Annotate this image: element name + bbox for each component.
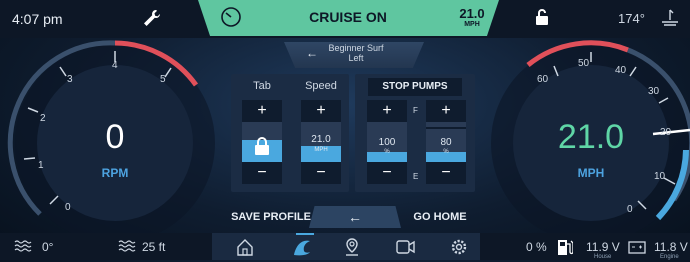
speed-header: Speed [305, 80, 337, 92]
left-pump-minus-button[interactable]: − [367, 162, 407, 184]
back-button[interactable]: ← [309, 206, 401, 228]
rpm-value: 0 [105, 118, 125, 156]
settings-icon[interactable] [450, 238, 468, 261]
cruise-status-label: CRUISE ON [309, 9, 387, 25]
wave-icon[interactable] [292, 237, 314, 262]
tab-plus-button[interactable]: + [242, 100, 282, 122]
speed-tick-30: 30 [648, 86, 660, 97]
right-pump-value: 80 [440, 137, 452, 148]
speed-setpoint-unit: MPH [314, 147, 328, 153]
left-pump-unit: % [384, 149, 390, 155]
speed-unit: MPH [577, 166, 605, 180]
compass-icon [660, 8, 680, 33]
speed-tick-40: 40 [615, 65, 627, 76]
rpm-tick-5: 5 [160, 74, 166, 85]
battery-icon [628, 240, 646, 259]
rpm-tick-1: 1 [38, 160, 44, 171]
cruise-speed-value: 21.0 [459, 6, 485, 21]
fuel-value: 0 % [526, 240, 547, 254]
fuel-pump-icon [557, 238, 574, 261]
profile-name-line2: Left [348, 53, 364, 63]
left-pump-value: 100 [378, 137, 396, 148]
right-pump-unit: % [443, 149, 449, 155]
wrench-icon[interactable] [142, 8, 162, 33]
rpm-tick-3: 3 [67, 74, 73, 85]
engine-voltage-value: 11.8 V [654, 240, 688, 254]
right-pump-plus-button[interactable]: + [426, 100, 466, 122]
water-temp-icon [14, 238, 32, 259]
stop-pumps-button[interactable]: STOP PUMPS [368, 78, 462, 96]
speed-tick-60: 60 [537, 74, 549, 85]
location-icon[interactable] [344, 238, 360, 261]
depth-icon [118, 238, 136, 259]
profile-name-line1: Beginner Surf [328, 43, 384, 53]
left-pump-plus-button[interactable]: + [367, 100, 407, 122]
profile-name: Beginner Surf Left [306, 43, 406, 63]
speed-tick-0: 0 [627, 204, 633, 215]
rpm-tick-4: 4 [112, 60, 118, 71]
go-home-button[interactable]: GO HOME [405, 206, 475, 228]
tab-header: Tab [253, 80, 271, 92]
speed-plus-button[interactable]: + [301, 100, 341, 122]
pump-full-label: F [413, 106, 418, 115]
speed-tick-20: 20 [660, 127, 672, 138]
home-icon[interactable] [236, 238, 254, 261]
rpm-tick-2: 2 [40, 113, 46, 124]
speed-tick-10: 10 [654, 171, 666, 182]
cruise-speed-unit: MPH [464, 21, 480, 28]
speedometer-icon [220, 6, 242, 33]
tab-minus-button[interactable]: − [242, 162, 282, 184]
nav-active-indicator [296, 233, 314, 235]
lock-icon[interactable] [253, 136, 271, 161]
save-profile-button[interactable]: SAVE PROFILE [231, 206, 311, 228]
depth-value: 25 ft [142, 240, 166, 254]
right-pump-minus-button[interactable]: − [426, 162, 466, 184]
speed-tick-50: 50 [578, 58, 590, 69]
camera-icon[interactable] [396, 240, 416, 259]
unlock-icon[interactable] [534, 8, 550, 31]
house-voltage-label: House [594, 254, 612, 260]
speed-value: 21.0 [557, 118, 625, 156]
clock: 4:07 pm [12, 11, 63, 27]
pump-empty-label: E [413, 172, 419, 181]
engine-voltage-label: Engine [660, 254, 679, 260]
right-pump-level-marker [426, 127, 466, 129]
water-temp-value: 0° [42, 240, 54, 254]
heading-readout: 174° [618, 11, 645, 26]
speed-minus-button[interactable]: − [301, 162, 341, 184]
house-voltage-value: 11.9 V [586, 240, 620, 254]
rpm-tick-0: 0 [65, 202, 71, 213]
rpm-unit: RPM [101, 166, 129, 180]
speed-setpoint-value: 21.0 [311, 134, 331, 145]
